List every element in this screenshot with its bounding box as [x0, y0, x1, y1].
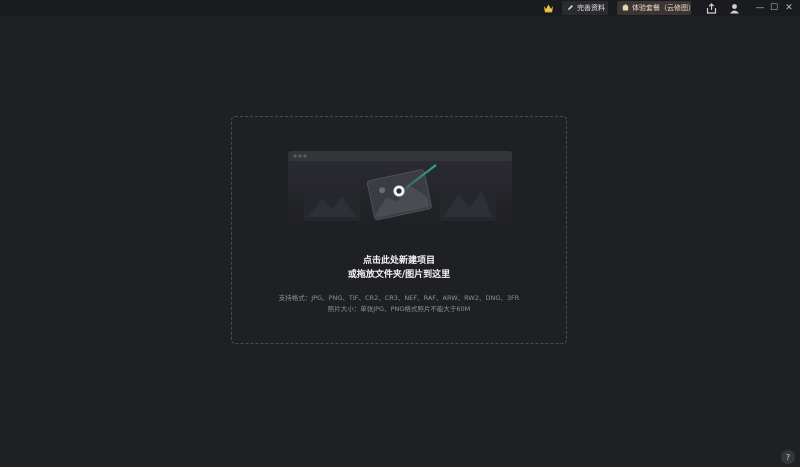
- complete-profile-button[interactable]: 完善资料: [562, 1, 608, 15]
- new-project-dropzone[interactable]: 点击此处新建项目 或拖放文件夹/图片到这里 支持格式：JPG、PNG、TIF、C…: [231, 116, 567, 344]
- plan-label: 体验套餐（云修图）: [632, 4, 695, 12]
- dropzone-subtitle: 或拖放文件夹/图片到这里: [347, 270, 451, 280]
- close-button[interactable]: ✕: [780, 0, 798, 16]
- user-icon[interactable]: [726, 0, 742, 16]
- cursor-hand-icon: [393, 185, 405, 197]
- dropzone-title: 点击此处新建项目: [362, 256, 435, 266]
- package-icon: [622, 4, 629, 13]
- supported-formats-text: 支持格式：JPG、PNG、TIF、CR2、CR3、NEF、RAF、ARW、RW2…: [278, 294, 520, 302]
- crown-icon[interactable]: [540, 0, 556, 16]
- help-button[interactable]: ?: [781, 450, 795, 464]
- upload-illustration: [286, 149, 514, 225]
- pen-icon: [567, 4, 574, 13]
- complete-profile-label: 完善资料: [577, 4, 605, 12]
- share-icon[interactable]: [703, 0, 719, 16]
- title-bar: 完善资料 体验套餐（云修图） — ☐ ✕: [0, 0, 800, 16]
- plan-button[interactable]: 体验套餐（云修图）: [617, 1, 695, 15]
- size-limit-text: 照片大小：单张JPG、PNG格式照片不能大于60M: [327, 305, 471, 313]
